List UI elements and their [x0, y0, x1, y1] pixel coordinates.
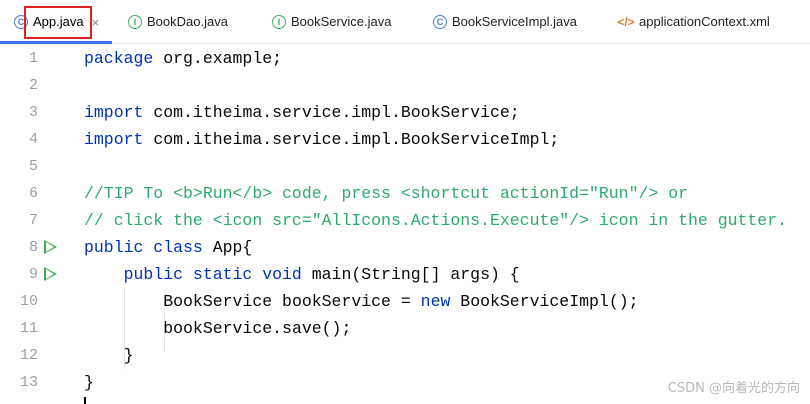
line-number: 7	[28, 212, 38, 229]
code-line: 11 bookService.save();	[0, 315, 810, 342]
code-text[interactable]: package org.example;	[84, 49, 282, 68]
run-icon[interactable]	[44, 267, 57, 281]
code-comment[interactable]: // click the <icon src="AllIcons.Actions…	[84, 211, 787, 230]
line-number: 13	[19, 374, 38, 391]
watermark: CSDN @向着光的方向	[667, 381, 800, 396]
line-number: 3	[28, 104, 38, 121]
text-caret	[84, 397, 86, 404]
annotation-highlight-box	[24, 6, 92, 39]
code-text[interactable]: BookService bookService = new BookServic…	[84, 292, 638, 311]
line-number: 9	[28, 266, 38, 283]
class-icon: C	[433, 15, 447, 29]
code-line: 10 BookService bookService = new BookSer…	[0, 288, 810, 315]
close-icon[interactable]: ×	[92, 15, 100, 30]
code-comment[interactable]: //TIP To <b>Run</b> code, press <shortcu…	[84, 184, 688, 203]
line-number: 5	[28, 158, 38, 175]
tab-label: applicationContext.xml	[639, 14, 770, 29]
interface-icon: I	[128, 15, 142, 29]
code-line: 7 // click the <icon src="AllIcons.Actio…	[0, 207, 810, 234]
line-number: 2	[28, 77, 38, 94]
code-line: 1 package org.example;	[0, 45, 810, 72]
line-number: 11	[19, 320, 38, 337]
code-line: 3 import com.itheima.service.impl.BookSe…	[0, 99, 810, 126]
code-line: 6 //TIP To <b>Run</b> code, press <short…	[0, 180, 810, 207]
tab-bookservice-java[interactable]: I BookService.java	[272, 0, 391, 44]
code-line: 8 public class App{	[0, 234, 810, 261]
code-editor[interactable]: 1 package org.example; 2 3 import com.it…	[0, 45, 810, 404]
code-line: 9 public static void main(String[] args)…	[0, 261, 810, 288]
active-tab-indicator	[0, 41, 112, 44]
code-text[interactable]: public static void main(String[] args) {	[84, 265, 520, 284]
line-number: 1	[28, 50, 38, 67]
tab-bookserviceimpl-java[interactable]: C BookServiceImpl.java	[433, 0, 577, 44]
code-text[interactable]: import com.itheima.service.impl.BookServ…	[84, 130, 559, 149]
code-text[interactable]: bookService.save();	[84, 319, 351, 338]
tab-label: BookServiceImpl.java	[452, 14, 577, 29]
code-text[interactable]: }	[84, 346, 134, 365]
tab-bookdao-java[interactable]: I BookDao.java	[128, 0, 228, 44]
interface-icon: I	[272, 15, 286, 29]
tab-label: BookService.java	[291, 14, 392, 29]
code-text[interactable]: import com.itheima.service.impl.BookServ…	[84, 103, 520, 122]
line-number: 12	[19, 347, 38, 364]
editor-tab-bar: C App.java × I BookDao.java I BookServic…	[0, 0, 810, 44]
line-number: 8	[28, 239, 38, 256]
code-text[interactable]: public class App{	[84, 238, 252, 257]
line-number: 10	[19, 293, 38, 310]
code-line: 2	[0, 72, 810, 99]
code-line: 12 }	[0, 342, 810, 369]
code-line: 5	[0, 153, 810, 180]
line-number: 4	[28, 131, 38, 148]
tab-applicationcontext-xml[interactable]: </> applicationContext.xml	[617, 0, 770, 44]
run-icon[interactable]	[44, 240, 57, 254]
code-line: 4 import com.itheima.service.impl.BookSe…	[0, 126, 810, 153]
xml-icon: </>	[617, 15, 635, 29]
line-number: 6	[28, 185, 38, 202]
code-text[interactable]: }	[84, 373, 94, 392]
tab-label: BookDao.java	[147, 14, 228, 29]
